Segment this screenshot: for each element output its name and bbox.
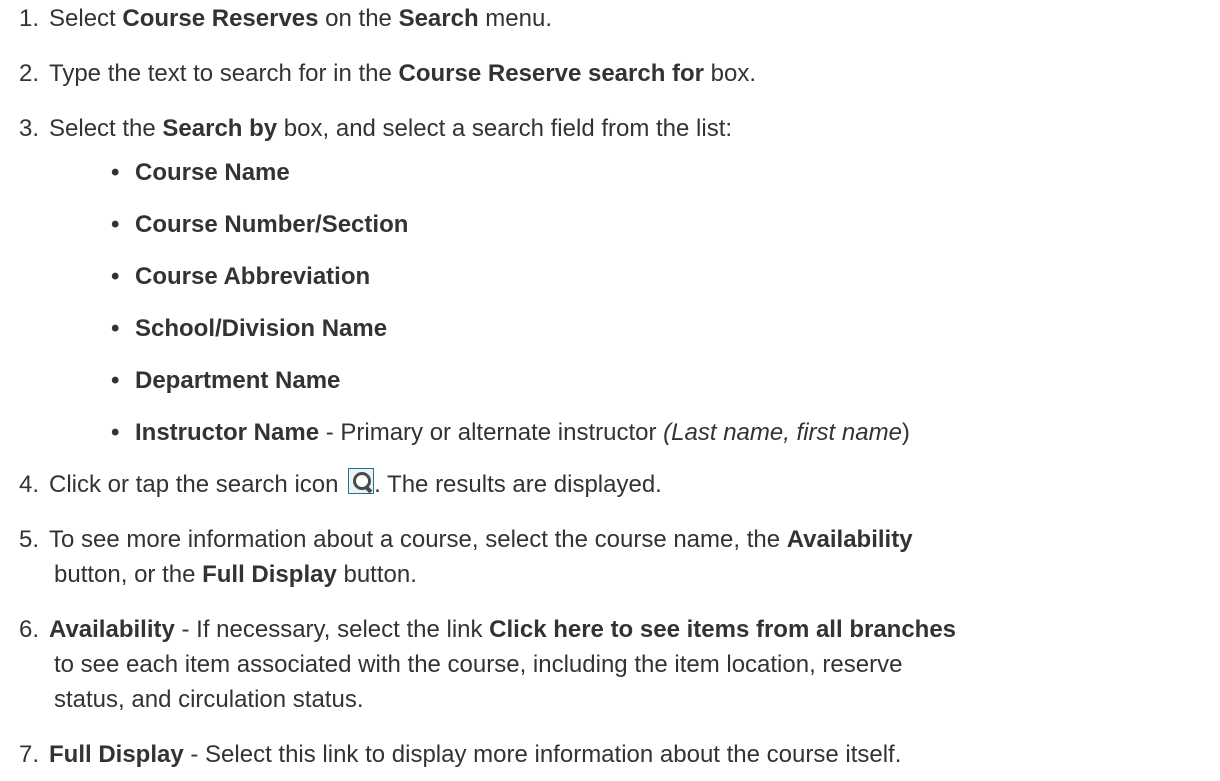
search-field-name: Department Name — [135, 367, 341, 394]
step-text: Select — [49, 5, 123, 32]
step-text: Select the — [49, 115, 163, 142]
step-text: - If necessary, select the link — [174, 616, 490, 643]
step-number: 3. — [19, 115, 40, 142]
step-text: button. — [336, 561, 417, 588]
list-item: • Course Name — [111, 155, 290, 190]
step-text: Click or tap the search icon — [49, 471, 346, 498]
step-4: 4. Click or tap the search icon . The res… — [19, 467, 1214, 502]
search-box-name: Course Reserve search for — [398, 60, 705, 87]
step-5: 5. To see more information about a course… — [19, 522, 1214, 557]
search-field-name: Course Name — [135, 159, 290, 186]
step-6: 6. Availability - If necessary, select th… — [19, 612, 1214, 647]
instruction-page: 1. Select Course Reserves on the Search m… — [0, 0, 1220, 781]
search-field-name: Instructor Name — [135, 419, 320, 446]
step-number: 5. — [19, 526, 40, 553]
step-number: 1. — [19, 5, 40, 32]
step-text: menu. — [478, 5, 552, 32]
bullet: • — [111, 419, 120, 446]
bullet: • — [111, 263, 120, 290]
list-item: • Instructor Name - Primary or alternate … — [111, 415, 910, 450]
step-number: 7. — [19, 741, 40, 768]
menu-name-search: Search — [398, 5, 479, 32]
availability-button-name: Availability — [786, 526, 913, 553]
field-description: - Primary or alternate instructor — [319, 419, 664, 446]
step-6-continued: status, and circulation status. — [54, 682, 1204, 717]
field-description-paren: ( — [663, 419, 672, 446]
step-number: 2. — [19, 60, 40, 87]
step-text: - Select this link to display more infor… — [183, 741, 902, 768]
list-item: • Course Number/Section — [111, 207, 408, 242]
search-icon — [348, 468, 375, 494]
step-text: box, and select a search field from the … — [277, 115, 733, 142]
step-text: . The results are displayed. — [374, 471, 662, 498]
availability-label: Availability — [49, 616, 175, 643]
step-6-continued: to see each item associated with the cou… — [54, 647, 1204, 682]
step-7: 7. Full Display - Select this link to dis… — [19, 737, 1214, 772]
step-text: on the — [318, 5, 399, 32]
list-item: • Course Abbreviation — [111, 259, 370, 294]
step-text: button, or the — [54, 561, 203, 588]
field-description-format: Last name, first name — [671, 419, 902, 446]
menu-item-course-reserves: Course Reserves — [122, 5, 319, 32]
step-text: Type the text to search for in the — [49, 60, 399, 87]
search-by-box-name: Search by — [162, 115, 278, 142]
step-1: 1. Select Course Reserves on the Search m… — [19, 1, 1214, 36]
list-item: • School/Division Name — [111, 311, 387, 346]
step-text: status, and circulation status. — [54, 686, 364, 713]
bullet: • — [111, 367, 120, 394]
search-field-name: Course Number/Section — [135, 211, 409, 238]
bullet: • — [111, 315, 120, 342]
step-3: 3. Select the Search by box, and select a… — [19, 111, 1214, 146]
step-number: 4. — [19, 471, 40, 498]
step-5-continued: button, or the Full Display button. — [54, 557, 1204, 592]
list-item: • Department Name — [111, 363, 340, 398]
bullet: • — [111, 211, 120, 238]
bullet: • — [111, 159, 120, 186]
step-number: 6. — [19, 616, 40, 643]
all-branches-link-name: Click here to see items from all branche… — [489, 616, 957, 643]
search-field-name: School/Division Name — [135, 315, 388, 342]
full-display-label: Full Display — [49, 741, 184, 768]
step-text: To see more information about a course, … — [49, 526, 787, 553]
step-2: 2. Type the text to search for in the Cou… — [19, 56, 1214, 91]
search-field-name: Course Abbreviation — [135, 263, 371, 290]
field-description-paren: ) — [901, 419, 910, 446]
full-display-button-name: Full Display — [202, 561, 337, 588]
step-text: box. — [704, 60, 757, 87]
step-text: to see each item associated with the cou… — [54, 651, 903, 678]
